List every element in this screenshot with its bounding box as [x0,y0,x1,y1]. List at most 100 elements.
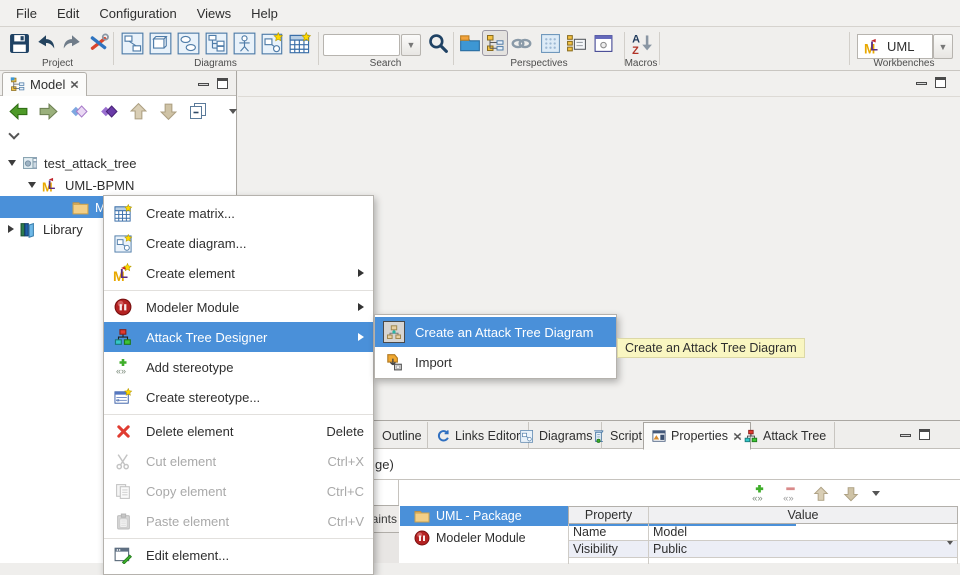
save-icon[interactable] [6,30,32,56]
edit-icon [112,546,134,564]
side-tab-partial[interactable]: aints [373,505,399,533]
create-matrix-icon [112,204,134,223]
create-diagram-icon [112,234,134,253]
menu-item-attack-tree-designer[interactable]: Attack Tree Designer [104,322,373,352]
tab-label: Links Editor [455,429,520,443]
class-diagram-icon[interactable] [119,30,145,56]
view-menu-icon[interactable] [872,491,880,496]
view-menu-icon[interactable] [229,109,237,114]
value-cell[interactable]: Public [649,541,957,557]
grid-perspective-icon[interactable] [537,30,563,56]
import-icon [383,353,405,371]
value-cell[interactable]: Model [649,524,957,540]
menu-item-label: Copy element [146,484,226,499]
close-icon[interactable] [70,80,79,89]
expander-open-icon[interactable] [8,160,16,166]
svg-text:Z: Z [632,44,639,54]
submenu-item-import[interactable]: Import [375,347,616,377]
navigate-back-icon[interactable] [8,101,29,122]
table-row-name[interactable]: Name Model [568,524,958,541]
tab-script[interactable]: Script [584,422,651,449]
menu-configuration[interactable]: Configuration [89,2,186,25]
table-row-visibility[interactable]: Visibility Public [568,541,958,558]
expander-closed-icon[interactable] [8,225,14,233]
search-icon[interactable] [425,30,451,56]
search-dropdown-button[interactable]: ▼ [401,34,421,56]
dropdown-caret-icon[interactable] [947,545,953,559]
submenu-item-create-attack-tree-diagram[interactable]: Create an Attack Tree Diagram [375,317,616,347]
move-up-icon[interactable] [128,101,149,122]
attack-tree-icon [744,429,758,443]
chevron-down-icon[interactable] [8,128,19,139]
column-value: Value [649,507,957,523]
menu-file[interactable]: File [6,2,47,25]
menu-help[interactable]: Help [241,2,288,25]
configure-tools-icon[interactable] [86,30,112,56]
menu-views[interactable]: Views [187,2,241,25]
tab-properties-active[interactable]: Properties [643,422,751,450]
expander-open-icon[interactable] [28,182,36,188]
add-stereotype-icon[interactable]: «» [750,484,769,503]
maximize-icon[interactable] [919,429,930,440]
svg-text:A: A [632,33,640,45]
macros-sort-icon[interactable]: AZ [629,30,655,56]
menu-item-delete-element[interactable]: Delete element Delete [104,416,373,446]
workbench-dropdown-button[interactable]: ▼ [933,34,953,59]
menu-item-edit-element[interactable]: Edit element... [104,540,373,570]
minimize-icon[interactable] [916,82,927,85]
menu-item-cut-element[interactable]: Cut element Ctrl+X [104,446,373,476]
group-label-search: Search [318,58,453,69]
submenu-arrow-icon [358,269,364,277]
workbench-selector[interactable]: ML UML [857,34,933,59]
table-row-partial [568,558,958,564]
stereotype-label: UML - Package [436,509,522,523]
tab-attack-tree[interactable]: Attack Tree [736,422,835,449]
package-folder-icon [72,199,89,216]
minimize-icon[interactable] [198,83,209,86]
move-up-icon[interactable] [812,485,830,503]
menu-item-copy-element[interactable]: Copy element Ctrl+C [104,476,373,506]
properties-icon [652,429,666,443]
menu-item-label: Edit element... [146,548,229,563]
related-elements-icon[interactable] [98,101,119,122]
new-diagram-icon[interactable] [259,30,285,56]
structure-diagram-icon[interactable] [203,30,229,56]
undo-icon[interactable] [33,30,59,56]
tab-model[interactable]: Model [2,72,87,96]
menu-item-create-element[interactable]: ML Create element [104,258,373,288]
maximize-icon[interactable] [217,78,228,89]
menu-edit[interactable]: Edit [47,2,89,25]
menu-item-create-diagram[interactable]: Create diagram... [104,228,373,258]
menu-item-modeler-module[interactable]: Modeler Module [104,292,373,322]
remove-stereotype-icon[interactable]: «» [781,484,800,503]
tooltip: Create an Attack Tree Diagram [617,338,805,358]
collapse-all-icon[interactable] [188,101,208,121]
search-input[interactable] [323,34,400,56]
links-editor-icon [436,429,450,443]
model-explorer-perspective-icon[interactable] [482,30,508,56]
usecase-diagram-icon[interactable] [175,30,201,56]
related-diagrams-icon[interactable] [68,101,89,122]
menu-item-paste-element[interactable]: Paste element Ctrl+V [104,506,373,536]
menu-item-add-stereotype[interactable]: «» Add stereotype [104,352,373,382]
list-editor-icon[interactable] [563,30,589,56]
tree-item-project[interactable]: test_attack_tree [0,152,236,174]
diagrams-icon [520,429,534,443]
window-perspective-icon[interactable] [590,30,616,56]
maximize-icon[interactable] [935,77,946,88]
attack-tree-icon [112,328,134,346]
menu-item-create-stereotype[interactable]: « Create stereotype... [104,382,373,412]
navigate-forward-icon[interactable] [38,101,59,122]
redo-icon[interactable] [59,30,85,56]
menu-item-create-matrix[interactable]: Create matrix... [104,198,373,228]
actor-diagram-icon[interactable] [231,30,257,56]
links-chain-icon[interactable] [508,30,534,56]
project-workspace-icon[interactable] [457,30,483,56]
new-matrix-icon[interactable] [287,30,313,56]
tree-item-umlbpmn[interactable]: ML UML-BPMN [0,174,236,196]
minimize-icon[interactable] [900,434,911,437]
move-down-icon[interactable] [158,101,179,122]
group-label-project: Project [10,58,105,69]
deployment-diagram-icon[interactable] [147,30,173,56]
move-down-icon[interactable] [842,485,860,503]
